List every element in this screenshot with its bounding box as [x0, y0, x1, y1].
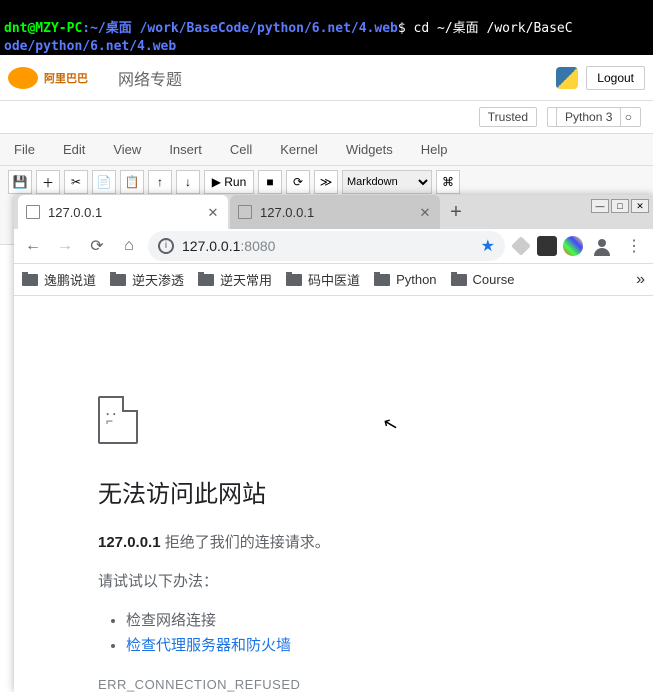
jupyter-menu: File Edit View Insert Cell Kernel Widget… — [0, 134, 653, 165]
menu-cell[interactable]: Cell — [230, 142, 252, 157]
command-icon[interactable]: ⌘ — [436, 170, 460, 194]
minimize-button[interactable]: — — [591, 199, 609, 213]
bookmark-item[interactable]: 逆天常用 — [198, 270, 272, 289]
tab-title: 127.0.0.1 — [48, 205, 102, 220]
folder-icon — [286, 274, 302, 286]
kernel-name[interactable]: Python 3 ○ — [547, 107, 641, 127]
back-button[interactable]: ← — [20, 233, 46, 259]
paste-icon[interactable]: 📋 — [120, 170, 144, 194]
terminal-host: @MZY-PC — [27, 21, 82, 36]
menu-button[interactable]: ⋮ — [621, 233, 647, 259]
close-icon[interactable]: ✕ — [206, 205, 220, 219]
error-try: 请试试以下办法： — [98, 570, 653, 591]
error-message: 127.0.0.1 拒绝了我们的连接请求。 — [98, 531, 653, 552]
tab-active[interactable]: 127.0.0.1 ✕ — [18, 195, 228, 229]
down-icon[interactable]: ↓ — [176, 170, 200, 194]
info-icon[interactable]: i — [158, 238, 174, 254]
add-cell-icon[interactable]: ＋ — [36, 170, 60, 194]
jupyter-header: 阿里巴巴 网络专题 Logout — [0, 55, 653, 101]
bookmark-item[interactable]: 逆天渗透 — [110, 270, 184, 289]
close-icon[interactable]: ✕ — [418, 205, 432, 219]
jupyter-logo-text: 阿里巴巴 — [44, 70, 88, 86]
tab-title-2: 127.0.0.1 — [260, 205, 314, 220]
notebook-title[interactable]: 网络专题 — [118, 66, 182, 90]
save-icon[interactable]: 💾 — [8, 170, 32, 194]
menu-file[interactable]: File — [14, 142, 35, 157]
stop-icon[interactable]: ■ — [258, 170, 282, 194]
cut-icon[interactable]: ✂ — [64, 170, 88, 194]
run-button[interactable]: ▶ Run — [204, 170, 254, 194]
bookmark-item[interactable]: 码中医道 — [286, 270, 360, 289]
menu-widgets[interactable]: Widgets — [346, 142, 393, 157]
terminal-path-1: :~/桌面 /work/BaseCode/python/6.net/4.web — [82, 21, 398, 36]
profile-avatar[interactable] — [589, 233, 615, 259]
logout-button[interactable]: Logout — [586, 66, 645, 90]
url-host: 127.0.0.1 — [182, 238, 240, 254]
fastforward-icon[interactable]: ≫ — [314, 170, 338, 194]
bookmark-item[interactable]: 逸鹏说道 — [22, 270, 96, 289]
chrome-titlebar[interactable]: 127.0.0.1 ✕ 127.0.0.1 ✕ + — □ ✕ — [14, 195, 653, 229]
up-icon[interactable]: ↑ — [148, 170, 172, 194]
page-content: 无法访问此网站 127.0.0.1 拒绝了我们的连接请求。 请试试以下办法： 检… — [14, 296, 653, 692]
jupyter-logo[interactable]: 阿里巴巴 — [8, 63, 118, 93]
extension-icon-1[interactable] — [511, 236, 531, 256]
chrome-navbar: ← → ⟳ ⌂ i 127.0.0.1:8080 ★ ⋮ — [14, 229, 653, 264]
maximize-button[interactable]: □ — [611, 199, 629, 213]
tab-inactive[interactable]: 127.0.0.1 ✕ — [230, 195, 440, 229]
error-host: 127.0.0.1 — [98, 534, 161, 551]
window-controls: — □ ✕ — [591, 199, 649, 213]
chrome-window: 127.0.0.1 ✕ 127.0.0.1 ✕ + — □ ✕ ← → ⟳ ⌂ … — [14, 195, 653, 692]
suggestion-proxy-link[interactable]: 检查代理服务器和防火墙 — [126, 637, 291, 654]
menu-help[interactable]: Help — [421, 142, 448, 157]
folder-icon — [198, 274, 214, 286]
folder-icon — [110, 274, 126, 286]
sad-page-icon — [98, 396, 138, 444]
kernel-bar: Trusted Python 3 ○ — [0, 101, 653, 134]
terminal-user: dnt — [4, 21, 27, 36]
bookmark-bar: 逸鹏说道 逆天渗透 逆天常用 码中医道 Python Course » — [14, 264, 653, 296]
folder-icon — [451, 274, 467, 286]
restart-icon[interactable]: ⟳ — [286, 170, 310, 194]
menu-edit[interactable]: Edit — [63, 142, 85, 157]
extension-icon-2[interactable] — [537, 236, 557, 256]
celltype-select[interactable]: Markdown — [342, 170, 432, 194]
folder-icon — [22, 274, 38, 286]
jupyter-toolbar: 💾 ＋ ✂ 📄 📋 ↑ ↓ ▶ Run ■ ⟳ ≫ Markdown ⌘ — [0, 165, 653, 198]
terminal-wrap: ode/python/6.net/4.web — [4, 39, 176, 54]
bookmark-item[interactable]: Python — [374, 272, 436, 287]
trusted-badge[interactable]: Trusted — [479, 107, 537, 127]
close-window-button[interactable]: ✕ — [631, 199, 649, 213]
reload-button[interactable]: ⟳ — [84, 233, 110, 259]
terminal-cmd-1: $ — [398, 21, 414, 36]
terminal-cmd-1-text: cd ~/桌面 /work/BaseC — [414, 21, 573, 36]
copy-icon[interactable]: 📄 — [92, 170, 116, 194]
url-port: :8080 — [240, 238, 275, 254]
extension-icon-3[interactable] — [563, 236, 583, 256]
bookmark-item[interactable]: Course — [451, 272, 515, 287]
doc-icon — [26, 205, 40, 219]
bookmark-overflow[interactable]: » — [636, 271, 645, 289]
doc-icon — [238, 205, 252, 219]
bookmark-star-icon[interactable]: ★ — [481, 236, 495, 256]
python-icon — [556, 67, 578, 89]
menu-view[interactable]: View — [113, 142, 141, 157]
address-bar[interactable]: i 127.0.0.1:8080 ★ — [148, 231, 505, 261]
error-title: 无法访问此网站 — [98, 474, 653, 509]
new-tab-button[interactable]: + — [442, 201, 470, 229]
error-code: ERR_CONNECTION_REFUSED — [98, 677, 653, 692]
folder-icon — [374, 274, 390, 286]
home-button[interactable]: ⌂ — [116, 233, 142, 259]
suggestion-network: 检查网络连接 — [126, 609, 653, 630]
forward-button[interactable]: → — [52, 233, 78, 259]
menu-kernel[interactable]: Kernel — [280, 142, 318, 157]
error-suggestions: 检查网络连接 检查代理服务器和防火墙 — [98, 609, 653, 655]
menu-insert[interactable]: Insert — [169, 142, 202, 157]
